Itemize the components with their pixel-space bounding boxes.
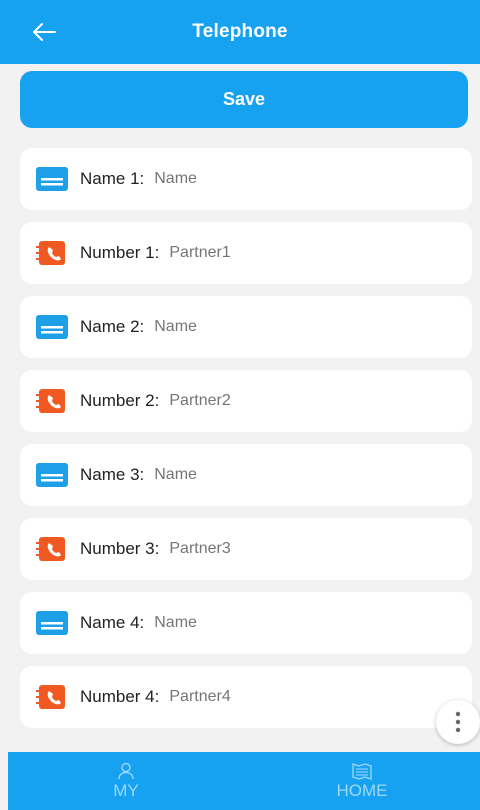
- back-button[interactable]: [24, 16, 64, 48]
- field-label: Name 3:: [80, 465, 145, 484]
- card-icon: [36, 315, 68, 339]
- number-input[interactable]: [169, 688, 390, 706]
- name-row: Name 4:: [20, 592, 472, 654]
- name-input[interactable]: [154, 318, 375, 336]
- number-row: Number 1:: [20, 222, 472, 284]
- name-input[interactable]: [154, 614, 375, 632]
- phone-icon: [36, 685, 65, 709]
- field-label: Number 1:: [80, 243, 160, 262]
- app-header: Telephone: [0, 0, 480, 64]
- phone-icon: [36, 537, 65, 561]
- number-input[interactable]: [169, 244, 390, 262]
- card-icon: [36, 611, 68, 635]
- tab-label: HOME: [336, 780, 388, 800]
- name-row: Name 2:: [20, 296, 472, 358]
- field-label: Number 4:: [80, 687, 160, 706]
- home-icon: [352, 762, 372, 780]
- bottom-nav: MY HOME: [8, 752, 480, 810]
- contact-list: Name 1: Number 1: Name 2:: [20, 148, 472, 740]
- card-icon: [36, 463, 68, 487]
- more-vertical-icon: [455, 711, 461, 733]
- field-label: Name 1:: [80, 169, 145, 188]
- number-input[interactable]: [169, 540, 390, 558]
- phone-icon: [36, 241, 65, 265]
- number-row: Number 4:: [20, 666, 472, 728]
- number-row: Number 2:: [20, 370, 472, 432]
- user-icon: [118, 762, 134, 779]
- phone-icon: [36, 389, 65, 413]
- name-input[interactable]: [154, 466, 375, 484]
- name-row: Name 3:: [20, 444, 472, 506]
- save-button[interactable]: Save: [20, 71, 468, 128]
- field-label: Number 2:: [80, 391, 160, 410]
- field-label: Number 3:: [80, 539, 160, 558]
- number-row: Number 3:: [20, 518, 472, 580]
- tab-home[interactable]: HOME: [244, 752, 480, 810]
- arrow-left-icon: [33, 23, 56, 41]
- card-icon: [36, 167, 68, 191]
- field-label: Name 2:: [80, 317, 145, 336]
- tab-label: MY: [113, 780, 139, 800]
- page-title: Telephone: [192, 21, 288, 42]
- name-row: Name 1:: [20, 148, 472, 210]
- number-input[interactable]: [169, 392, 390, 410]
- name-input[interactable]: [154, 170, 375, 188]
- tab-my[interactable]: MY: [8, 752, 244, 810]
- more-options-button[interactable]: [436, 700, 480, 744]
- field-label: Name 4:: [80, 613, 145, 632]
